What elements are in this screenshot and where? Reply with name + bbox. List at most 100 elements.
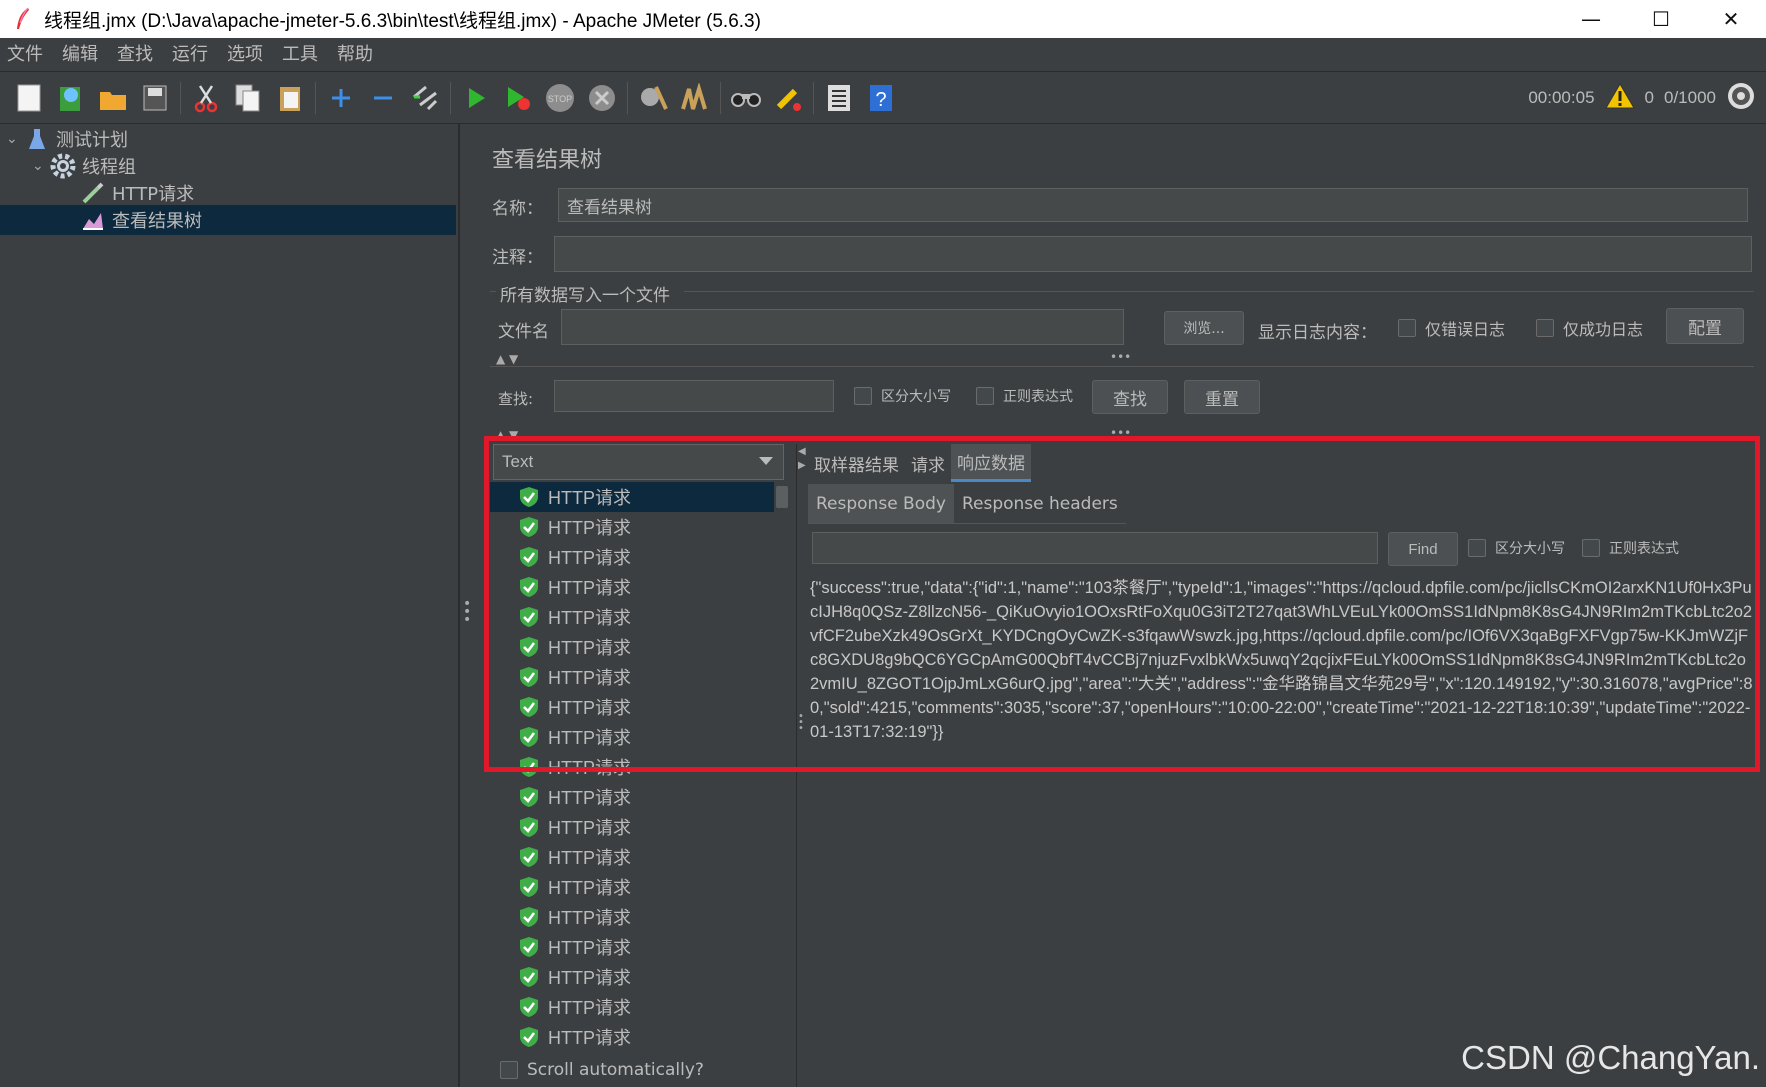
checkbox-box[interactable] [854,387,872,405]
case-sensitive-checkbox[interactable]: 区分大小写 [854,386,951,406]
chevron-down-icon[interactable]: ⌄ [6,131,24,147]
sample-result-item[interactable]: HTTP请求 [490,932,774,962]
new-icon[interactable] [12,81,46,115]
tree-item-http-request[interactable]: HTTP请求 [80,178,456,208]
menu-help[interactable]: 帮助 [330,38,385,72]
menu-edit[interactable]: 编辑 [55,38,110,72]
menu-file[interactable]: 文件 [0,38,55,72]
results-splitter[interactable]: ◀ ▶ • • • [796,444,806,1087]
response-body-text[interactable]: {"success":true,"data":{"id":1,"name":"1… [810,576,1755,746]
regex-checkbox[interactable]: 正则表达式 [976,386,1073,406]
tab-response-headers[interactable]: Response headers [954,484,1126,523]
list-scrollbar-thumb[interactable] [776,486,788,508]
toggle-icon[interactable] [408,81,442,115]
checkbox-box[interactable] [500,1061,518,1079]
checkbox-box[interactable] [1536,319,1554,337]
response-regex-checkbox[interactable]: 正则表达式 [1582,538,1679,558]
collapse-arrows-icon[interactable]: ▲ ▼ [496,428,518,442]
checkbox-box[interactable] [1582,539,1600,557]
sample-result-item[interactable]: HTTP请求 [490,752,774,782]
search-input[interactable] [554,380,834,412]
sample-result-item[interactable]: HTTP请求 [490,962,774,992]
copy-icon[interactable] [231,81,265,115]
success-only-checkbox[interactable]: 仅成功日志 [1536,316,1643,340]
tab-sampler-result[interactable]: 取样器结果 [808,444,905,482]
tree-item-view-results-tree[interactable]: 查看结果树 [0,205,456,235]
splitter-arrow-left-icon[interactable]: ◀ [798,446,806,457]
cut-icon[interactable] [189,81,223,115]
shutdown-icon[interactable] [585,81,619,115]
open-icon[interactable] [96,81,130,115]
tree-item-test-plan[interactable]: ⌄ 测试计划 [6,124,456,154]
splitter-arrow-right-icon[interactable]: ▶ [798,460,806,471]
collapse-arrows-icon[interactable]: ▲ ▼ [496,352,518,366]
clear-icon[interactable] [636,81,670,115]
name-field[interactable]: 查看结果树 [558,188,1748,222]
clear-all-icon[interactable] [678,81,712,115]
toolbar-separator [315,81,316,114]
sample-result-item[interactable]: HTTP请求 [490,632,774,662]
tree-item-thread-group[interactable]: ⌄ 线程组 [32,151,456,181]
maximize-button[interactable]: ☐ [1626,0,1696,38]
function-helper-icon[interactable] [822,81,856,115]
start-no-pause-icon[interactable] [501,81,535,115]
tab-response-data[interactable]: 响应数据 [951,444,1031,482]
menu-run[interactable]: 运行 [165,38,220,72]
sample-result-item[interactable]: HTTP请求 [490,872,774,902]
sample-result-item[interactable]: HTTP请求 [490,662,774,692]
comment-field[interactable] [554,236,1752,272]
sample-result-item[interactable]: HTTP请求 [490,782,774,812]
minimize-button[interactable]: — [1556,0,1626,38]
sample-result-item[interactable]: HTTP请求 [490,542,774,572]
start-icon[interactable] [459,81,493,115]
collapse-icon[interactable] [366,81,400,115]
find-button[interactable]: 查找 [1092,380,1168,414]
sample-result-item[interactable]: HTTP请求 [490,482,774,512]
sample-result-item[interactable]: HTTP请求 [490,512,774,542]
chevron-down-icon[interactable] [759,457,773,465]
close-button[interactable]: ✕ [1696,0,1766,38]
search-icon[interactable] [729,81,763,115]
sample-result-item[interactable]: HTTP请求 [490,992,774,1022]
response-find-input[interactable] [812,532,1378,564]
sample-result-item[interactable]: HTTP请求 [490,692,774,722]
chevron-down-icon[interactable]: ⌄ [32,158,50,174]
browse-button[interactable]: 浏览... [1164,311,1244,345]
renderer-select[interactable]: Text [493,444,784,480]
configure-button[interactable]: 配置 [1666,308,1744,344]
tab-request[interactable]: 请求 [905,444,951,482]
reset-button[interactable]: 重置 [1184,380,1260,414]
response-find-button[interactable]: Find [1388,532,1458,566]
menu-search[interactable]: 查找 [110,38,165,72]
splitter-dots-icon[interactable]: ••• [1110,426,1131,440]
warning-icon[interactable] [1604,82,1635,115]
sample-result-item[interactable]: HTTP请求 [490,602,774,632]
save-icon[interactable] [138,81,172,115]
sample-result-label: HTTP请求 [548,548,631,568]
help-icon[interactable]: ? [864,81,898,115]
paste-icon[interactable] [273,81,307,115]
checkbox-box[interactable] [1468,539,1486,557]
checkbox-box[interactable] [976,387,994,405]
reset-search-icon[interactable] [771,81,805,115]
sample-result-item[interactable]: HTTP请求 [490,902,774,932]
splitter-dots-icon[interactable]: ••• [1110,350,1131,364]
stop-icon[interactable]: STOP [543,81,577,115]
expand-icon[interactable] [324,81,358,115]
menu-options[interactable]: 选项 [220,38,275,72]
templates-icon[interactable] [54,81,88,115]
sample-result-item[interactable]: HTTP请求 [490,842,774,872]
filename-field[interactable] [561,309,1124,345]
sample-result-item[interactable]: HTTP请求 [490,812,774,842]
scroll-automatically-checkbox[interactable]: Scroll automatically? [500,1060,704,1080]
tab-response-body[interactable]: Response Body [808,484,954,523]
sample-result-item[interactable]: HTTP请求 [490,1022,774,1052]
sample-result-item[interactable]: HTTP请求 [490,722,774,752]
menu-tools[interactable]: 工具 [275,38,330,72]
splitter-dots-icon[interactable]: ••• [798,712,804,734]
main-splitter-handle[interactable]: • • • [463,597,471,627]
response-case-sensitive-checkbox[interactable]: 区分大小写 [1468,538,1565,558]
errors-only-checkbox[interactable]: 仅错误日志 [1398,316,1505,340]
checkbox-box[interactable] [1398,319,1416,337]
sample-result-item[interactable]: HTTP请求 [490,572,774,602]
